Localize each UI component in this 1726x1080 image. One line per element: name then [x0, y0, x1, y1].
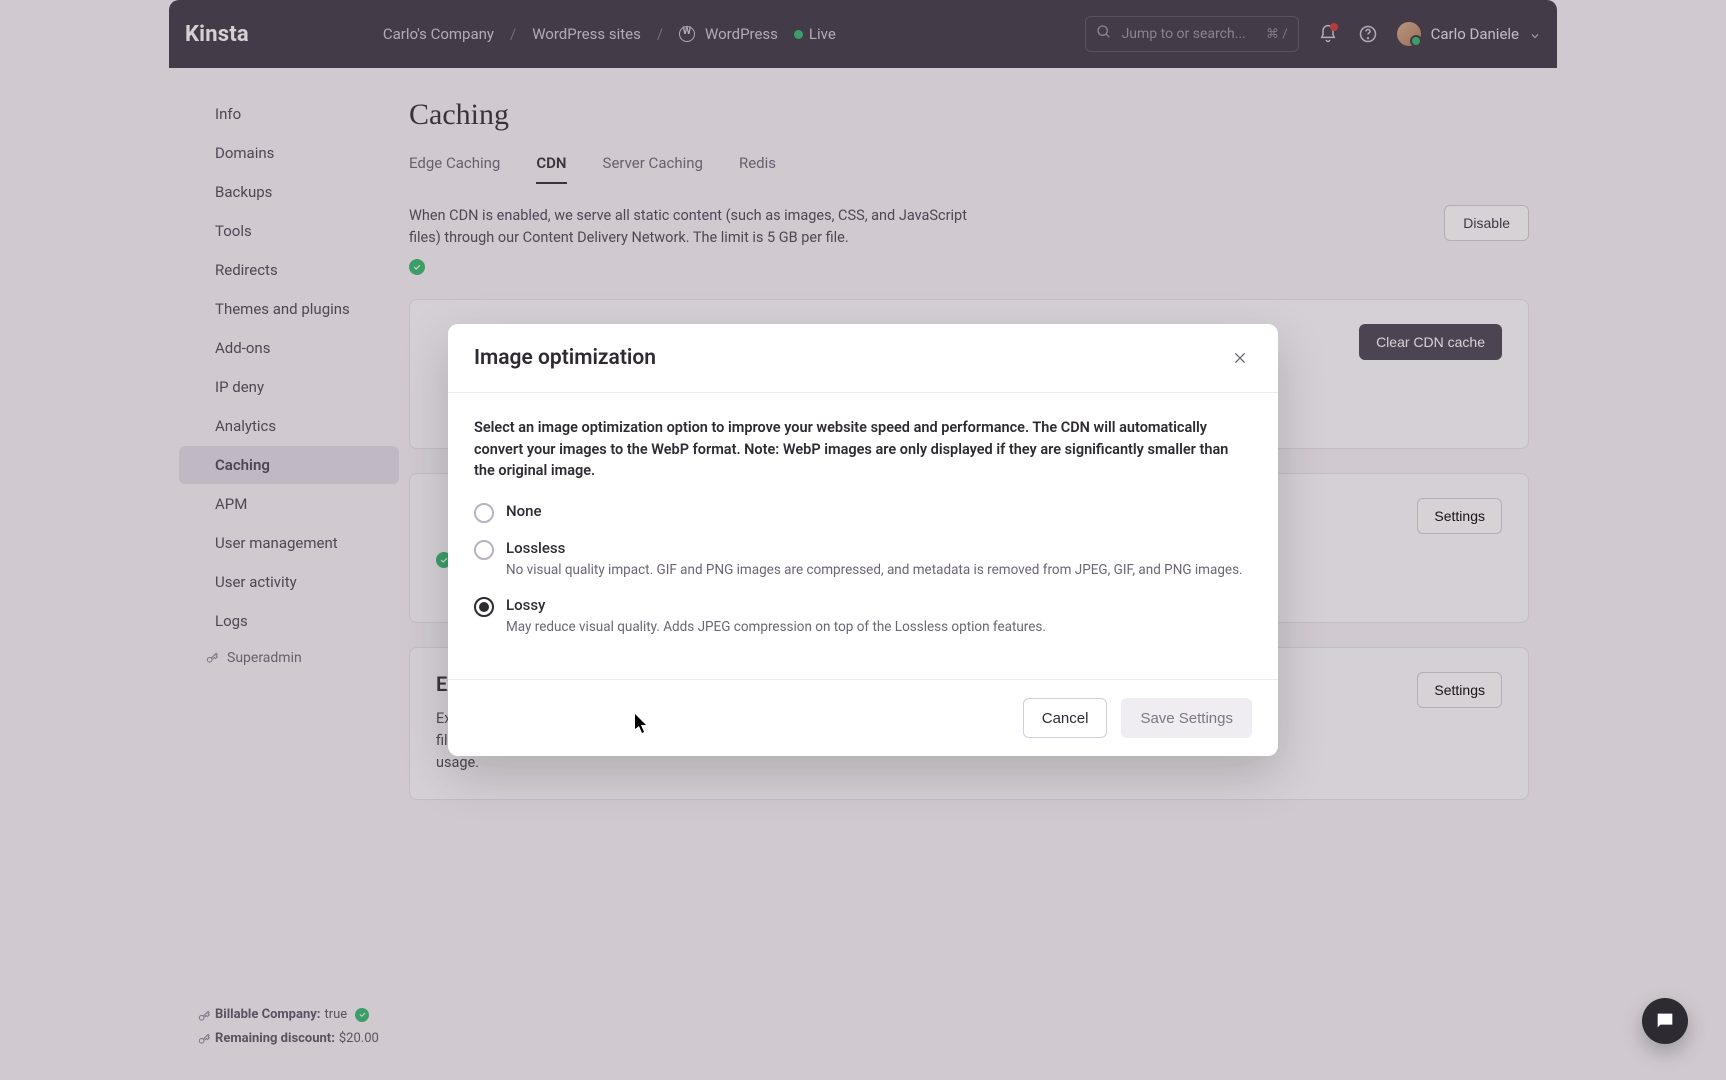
radio-icon[interactable] [474, 597, 494, 617]
save-settings-button[interactable]: Save Settings [1121, 698, 1252, 738]
modal-lead: Select an image optimization option to i… [474, 417, 1252, 482]
radio-option-none[interactable]: None [474, 502, 1252, 523]
modal-title: Image optimization [474, 346, 656, 370]
radio-help: May reduce visual quality. Adds JPEG com… [506, 618, 1046, 637]
radio-label: Lossy [506, 596, 1046, 614]
radio-help: No visual quality impact. GIF and PNG im… [506, 561, 1243, 580]
image-optimization-modal: Image optimization Select an image optim… [448, 324, 1278, 756]
radio-option-lossy[interactable]: Lossy May reduce visual quality. Adds JPE… [474, 596, 1252, 637]
chat-launcher[interactable] [1642, 998, 1688, 1044]
radio-option-lossless[interactable]: Lossless No visual quality impact. GIF an… [474, 539, 1252, 580]
close-button[interactable] [1228, 346, 1252, 370]
cancel-button[interactable]: Cancel [1023, 698, 1108, 738]
radio-icon[interactable] [474, 503, 494, 523]
modal-overlay: Image optimization Select an image optim… [0, 0, 1726, 1080]
radio-label: None [506, 502, 542, 520]
radio-icon[interactable] [474, 540, 494, 560]
radio-label: Lossless [506, 539, 1243, 557]
